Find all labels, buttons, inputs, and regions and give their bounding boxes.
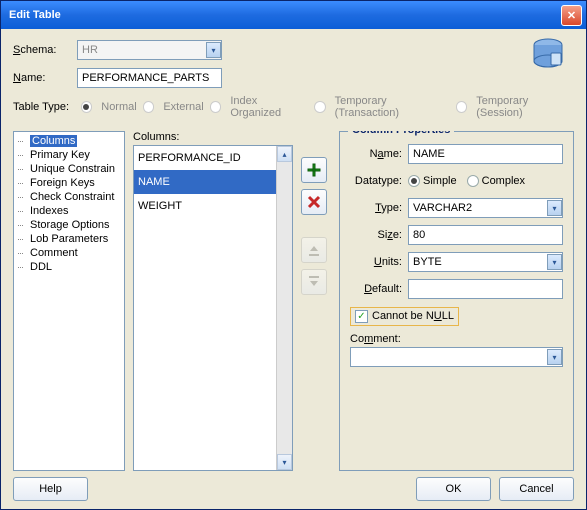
table-type-row: Table Type: Normal External Index Organi… — [13, 95, 574, 119]
close-button[interactable]: ✕ — [561, 5, 582, 26]
titlebar: Edit Table ✕ — [1, 1, 586, 29]
prop-type-select[interactable]: VARCHAR2 ▾ — [408, 198, 563, 218]
radio-temp-tx-label: Temporary (Transaction) — [335, 95, 450, 119]
columns-list-inner: PERFORMANCE_ID NAME WEIGHT — [134, 146, 276, 470]
chevron-down-icon: ▾ — [547, 254, 562, 270]
prop-units-label: Units: — [350, 256, 408, 268]
prop-default-label: Default: — [350, 283, 408, 295]
radio-complex[interactable] — [467, 175, 479, 187]
column-row[interactable]: WEIGHT — [134, 194, 276, 218]
notnull-wrapper: ✓ Cannot be NULL — [350, 307, 459, 326]
radio-external-label: External — [163, 101, 203, 113]
database-icon — [528, 35, 568, 75]
prop-size-row: Size: — [350, 225, 563, 245]
table-type-label: Table Type: — [13, 101, 75, 113]
prop-datatype-row: Datatype: Simple Complex — [350, 171, 563, 191]
columns-panel: Columns: PERFORMANCE_ID NAME WEIGHT ▴ ▾ — [133, 131, 293, 471]
name-row: Name: — [13, 67, 574, 89]
schema-combo[interactable]: HR ▾ — [77, 40, 222, 60]
main-area: Columns Primary Key Unique Constrain For… — [13, 131, 574, 471]
remove-column-button[interactable] — [301, 189, 327, 215]
nav-item-comment[interactable]: Comment — [14, 246, 124, 260]
x-icon — [306, 194, 322, 210]
arrow-up-icon — [307, 243, 321, 257]
footer-buttons: Help OK Cancel — [13, 471, 574, 501]
move-down-button — [301, 269, 327, 295]
chevron-down-icon: ▾ — [206, 42, 221, 58]
column-row[interactable]: PERFORMANCE_ID — [134, 146, 276, 170]
arrow-down-icon — [307, 275, 321, 289]
nav-item-check[interactable]: Check Constraint — [14, 190, 124, 204]
notnull-label: Cannot be NULL — [372, 310, 454, 322]
prop-type-row: Type: VARCHAR2 ▾ — [350, 198, 563, 218]
prop-size-input[interactable] — [408, 225, 563, 245]
prop-size-label: Size: — [350, 229, 408, 241]
prop-default-input[interactable] — [408, 279, 563, 299]
columns-header: Columns: — [133, 131, 293, 143]
schema-label: Schema: — [13, 44, 77, 56]
radio-normal — [81, 101, 93, 113]
window-title: Edit Table — [9, 9, 561, 21]
prop-units-value: BYTE — [413, 256, 442, 268]
prop-type-value: VARCHAR2 — [413, 202, 472, 214]
scroll-track[interactable] — [277, 162, 292, 454]
nav-item-unique[interactable]: Unique Constrain — [14, 162, 124, 176]
radio-index-organized — [210, 101, 222, 113]
chevron-down-icon: ▾ — [547, 349, 562, 365]
scroll-up-icon[interactable]: ▴ — [277, 146, 292, 162]
radio-external — [143, 101, 155, 113]
radio-temp-tx — [314, 101, 326, 113]
cancel-button[interactable]: Cancel — [499, 477, 574, 501]
nav-item-primary-key[interactable]: Primary Key — [14, 148, 124, 162]
prop-comment-input[interactable]: ▾ — [350, 347, 563, 367]
radio-index-organized-label: Index Organized — [230, 95, 308, 119]
scroll-down-icon[interactable]: ▾ — [277, 454, 292, 470]
radio-simple[interactable] — [408, 175, 420, 187]
prop-units-select[interactable]: BYTE ▾ — [408, 252, 563, 272]
table-name-input[interactable] — [77, 68, 222, 88]
nav-item-columns[interactable]: Columns — [14, 134, 124, 148]
prop-type-label: Type: — [350, 202, 408, 214]
prop-comment-label: Comment: — [350, 333, 563, 345]
help-button[interactable]: Help — [13, 477, 88, 501]
nav-item-indexes[interactable]: Indexes — [14, 204, 124, 218]
prop-name-label: Name: — [350, 148, 408, 160]
schema-row: Schema: HR ▾ — [13, 39, 574, 61]
schema-value: HR — [82, 44, 98, 56]
radio-temp-sess — [456, 101, 468, 113]
ok-button[interactable]: OK — [416, 477, 491, 501]
nav-tree[interactable]: Columns Primary Key Unique Constrain For… — [13, 131, 125, 471]
edit-table-dialog: Edit Table ✕ Schema: HR ▾ Name: Table Ty… — [0, 0, 587, 510]
radio-normal-label: Normal — [101, 101, 136, 113]
close-icon: ✕ — [567, 9, 576, 22]
dialog-body: Schema: HR ▾ Name: Table Type: Normal Ex… — [1, 29, 586, 509]
prop-comment-row: ▾ — [350, 347, 563, 367]
chevron-down-icon: ▾ — [547, 200, 562, 216]
radio-simple-label: Simple — [423, 175, 457, 187]
columns-list[interactable]: PERFORMANCE_ID NAME WEIGHT ▴ ▾ — [133, 145, 293, 471]
plus-icon — [306, 162, 322, 178]
column-buttons — [301, 131, 331, 471]
prop-notnull-row: ✓ Cannot be NULL — [350, 306, 563, 326]
prop-default-row: Default: — [350, 279, 563, 299]
column-row[interactable]: NAME — [134, 170, 276, 194]
move-up-button — [301, 237, 327, 263]
column-properties-group: Column Properties Name: Datatype: Simple… — [339, 131, 574, 471]
notnull-checkbox[interactable]: ✓ — [355, 310, 368, 323]
name-label: Name: — [13, 72, 77, 84]
nav-item-ddl[interactable]: DDL — [14, 260, 124, 274]
columns-scrollbar[interactable]: ▴ ▾ — [276, 146, 292, 470]
nav-item-foreign-keys[interactable]: Foreign Keys — [14, 176, 124, 190]
radio-complex-label: Complex — [482, 175, 525, 187]
nav-item-lob[interactable]: Lob Parameters — [14, 232, 124, 246]
add-column-button[interactable] — [301, 157, 327, 183]
column-properties-legend: Column Properties — [348, 131, 454, 136]
prop-units-row: Units: BYTE ▾ — [350, 252, 563, 272]
column-properties-panel: Column Properties Name: Datatype: Simple… — [339, 131, 574, 471]
nav-item-storage[interactable]: Storage Options — [14, 218, 124, 232]
prop-datatype-label: Datatype: — [350, 175, 408, 187]
radio-temp-sess-label: Temporary (Session) — [476, 95, 574, 119]
prop-name-input[interactable] — [408, 144, 563, 164]
prop-name-row: Name: — [350, 144, 563, 164]
